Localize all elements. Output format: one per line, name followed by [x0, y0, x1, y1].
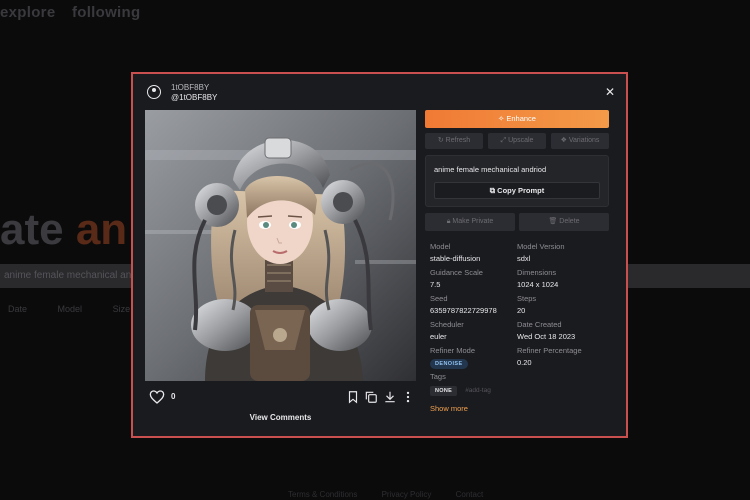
view-comments-button[interactable]: View Comments	[145, 413, 416, 422]
trash-icon: 🗑︎	[548, 218, 560, 225]
meta-guidance-scale: Guidance Scale 7.5	[430, 268, 483, 289]
user-name[interactable]: 1tOBF8BY	[171, 83, 209, 92]
upscale-icon: ⤢	[500, 137, 509, 144]
meta-model: Model stable-diffusion	[430, 242, 481, 263]
prompt-text: anime female mechanical andriod	[434, 165, 547, 174]
refresh-button[interactable]: ↻ Refresh	[425, 133, 483, 149]
upscale-button[interactable]: ⤢ Upscale	[488, 133, 546, 149]
filter-model: Model	[57, 304, 83, 314]
delete-button[interactable]: 🗑︎ Delete	[519, 213, 609, 231]
filter-date: Date	[8, 304, 28, 314]
footer-privacy: Privacy Policy	[381, 490, 432, 499]
variations-button[interactable]: ❖ Variations	[551, 133, 609, 149]
close-icon[interactable]: ✕	[605, 85, 615, 99]
copy-prompt-button[interactable]: ⧉ Copy Prompt	[434, 182, 600, 199]
image-action-bar: 0	[145, 388, 416, 406]
image-detail-modal: 1tOBF8BY @1tOBF8BY ✕ 0 View Comments ✧ E…	[131, 72, 628, 438]
user-circle-icon[interactable]	[147, 85, 161, 99]
enhance-button[interactable]: ✧ Enhance	[425, 110, 609, 128]
filter-size: Size	[112, 304, 131, 314]
add-tag-input[interactable]: #add-tag	[465, 387, 491, 394]
tag-none: NONE	[430, 386, 458, 396]
heart-icon[interactable]	[149, 389, 165, 405]
download-icon[interactable]	[383, 389, 397, 405]
make-private-button[interactable]: 🔒︎ Make Private	[425, 213, 515, 231]
meta-model-version: Model Version sdxl	[517, 242, 565, 263]
meta-steps: Steps 20	[517, 294, 537, 315]
prompt-box: anime female mechanical andriod ⧉ Copy P…	[425, 155, 609, 207]
background-footer: Terms & Conditions Privacy Policy Contac…	[288, 490, 505, 499]
duplicate-icon[interactable]	[364, 389, 378, 405]
like-count: 0	[171, 392, 176, 401]
generated-image[interactable]	[145, 110, 416, 381]
bookmark-icon[interactable]	[346, 389, 360, 405]
meta-dimensions: Dimensions 1024 x 1024	[517, 268, 559, 289]
meta-refiner-mode: Refiner Mode DENOISE	[430, 346, 476, 369]
user-handle[interactable]: @1tOBF8BY	[171, 93, 217, 102]
show-more-link[interactable]: Show more	[430, 404, 468, 413]
refresh-icon: ↻	[437, 137, 446, 144]
footer-contact: Contact	[455, 490, 484, 499]
refiner-mode-badge: DENOISE	[430, 359, 468, 369]
modal-header: 1tOBF8BY @1tOBF8BY ✕	[145, 83, 615, 107]
more-vertical-icon[interactable]	[401, 389, 415, 405]
meta-tags: Tags NONE #add-tag	[430, 372, 491, 396]
android-illustration	[145, 110, 416, 381]
meta-date-created: Date Created Wed Oct 18 2023	[517, 320, 576, 341]
meta-seed: Seed 6359787822729978	[430, 294, 497, 315]
nav-following: following	[71, 4, 141, 21]
meta-scheduler: Scheduler euler	[430, 320, 464, 341]
nav-explore: explore	[0, 4, 56, 21]
background-hero-title: ate an	[0, 205, 128, 254]
meta-refiner-percentage: Refiner Percentage 0.20	[517, 346, 582, 367]
variations-icon: ❖	[560, 137, 569, 144]
footer-terms: Terms & Conditions	[288, 490, 358, 499]
background-nav: explore following	[0, 4, 152, 21]
